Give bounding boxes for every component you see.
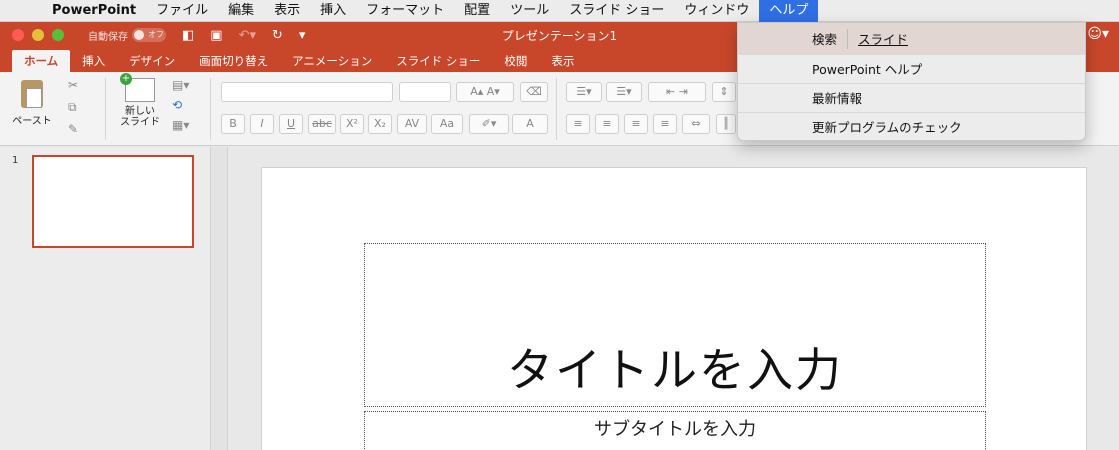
panel-splitter[interactable] bbox=[211, 147, 228, 450]
numbering-icon[interactable]: ☰▾ bbox=[606, 82, 642, 102]
save-icon[interactable]: ▣ bbox=[210, 28, 222, 43]
superscript-button[interactable]: X² bbox=[340, 114, 364, 134]
bold-button[interactable]: B bbox=[221, 114, 245, 134]
slide-number: 1 bbox=[12, 155, 19, 166]
indent-icon[interactable]: ⇤ ⇥ bbox=[648, 82, 706, 102]
subscript-button[interactable]: X₂ bbox=[368, 114, 392, 134]
new-slide-label-line1: 新しい bbox=[125, 106, 155, 117]
feedback-smiley-icon[interactable]: ☺▾ bbox=[1087, 26, 1109, 42]
align-right-icon[interactable]: ≡ bbox=[624, 114, 648, 134]
bullets-icon[interactable]: ☰▾ bbox=[566, 82, 602, 102]
format-painter-icon[interactable]: ✎ bbox=[68, 122, 78, 136]
tab-insert[interactable]: 挿入 bbox=[70, 50, 117, 72]
tab-slideshow[interactable]: スライド ショー bbox=[384, 50, 492, 72]
tab-home[interactable]: ホーム bbox=[12, 50, 71, 72]
divider bbox=[210, 78, 211, 140]
help-search-label: 検索 bbox=[812, 32, 838, 47]
slide[interactable]: タイトルを入力 サブタイトルを入力 bbox=[261, 167, 1087, 450]
tab-design[interactable]: デザイン bbox=[117, 50, 187, 72]
tab-view[interactable]: 表示 bbox=[539, 50, 586, 72]
undo-icon[interactable]: ↶▾ bbox=[239, 28, 256, 43]
new-slide-label-line2: スライド bbox=[120, 117, 160, 128]
help-menu-dropdown: 検索 PowerPoint ヘルプ 最新情報 更新プログラムのチェック bbox=[737, 22, 1086, 141]
tab-review[interactable]: 校閲 bbox=[492, 50, 539, 72]
subtitle-placeholder-text: サブタイトルを入力 bbox=[594, 419, 756, 440]
title-placeholder[interactable]: タイトルを入力 bbox=[364, 243, 986, 407]
new-slide-icon: + bbox=[120, 73, 155, 102]
strikethrough-button[interactable]: abc bbox=[308, 114, 336, 134]
menu-arrange[interactable]: 配置 bbox=[454, 0, 500, 22]
help-search-row: 検索 bbox=[738, 23, 1085, 55]
divider bbox=[105, 78, 106, 140]
slide-canvas: タイトルを入力 サブタイトルを入力 bbox=[228, 147, 1119, 450]
tab-animations[interactable]: アニメーション bbox=[280, 50, 384, 72]
fullscreen-window-button[interactable] bbox=[52, 29, 64, 41]
window-controls bbox=[0, 29, 80, 41]
menu-tools[interactable]: ツール bbox=[500, 0, 559, 22]
menu-view[interactable]: 表示 bbox=[264, 0, 310, 22]
section-icon[interactable]: ▦▾ bbox=[172, 118, 189, 132]
highlight-icon[interactable]: ✐▾ bbox=[469, 114, 509, 134]
underline-button[interactable]: U bbox=[279, 114, 303, 134]
redo-icon[interactable]: ↻ bbox=[272, 28, 283, 43]
slide-thumbnail[interactable] bbox=[32, 155, 194, 248]
menu-file[interactable]: ファイル bbox=[146, 0, 218, 22]
menu-help[interactable]: ヘルプ bbox=[759, 0, 819, 22]
font-size-dropdown[interactable] bbox=[399, 82, 451, 102]
tab-transitions[interactable]: 画面切り替え bbox=[187, 50, 280, 72]
customize-toolbar-icon[interactable]: ▾ bbox=[299, 28, 306, 43]
menu-app-name[interactable]: PowerPoint bbox=[40, 0, 146, 22]
new-slide-button[interactable]: + 新しい スライド bbox=[115, 73, 165, 128]
change-case-button[interactable]: Aa bbox=[431, 114, 463, 134]
layout-icon[interactable]: ▤▾ bbox=[172, 78, 189, 92]
character-spacing-button[interactable]: AV bbox=[397, 114, 427, 134]
copy-icon[interactable]: ⧉ bbox=[68, 100, 77, 115]
distribute-icon[interactable]: ⇔ bbox=[682, 114, 710, 134]
menu-format[interactable]: フォーマット bbox=[356, 0, 454, 22]
menu-item-check-updates[interactable]: 更新プログラムのチェック bbox=[738, 113, 1085, 142]
clear-format-icon[interactable]: ⌫ bbox=[520, 82, 548, 102]
line-spacing-icon[interactable]: ⇕ bbox=[712, 82, 736, 102]
title-placeholder-text: タイトルを入力 bbox=[507, 343, 843, 397]
font-size-grow-shrink[interactable]: A▴ A▾ bbox=[456, 82, 514, 102]
divider bbox=[556, 78, 557, 140]
subtitle-placeholder[interactable]: サブタイトルを入力 bbox=[364, 411, 986, 450]
clipboard-icon bbox=[21, 80, 43, 108]
menu-bar: PowerPoint ファイル 編集 表示 挿入 フォーマット 配置 ツール ス… bbox=[0, 0, 1119, 22]
paste-label: ペースト bbox=[12, 116, 52, 127]
autosave-toggle[interactable]: オフ bbox=[132, 28, 166, 42]
autosave-control[interactable]: 自動保存 オフ bbox=[88, 28, 166, 43]
menu-window[interactable]: ウィンドウ bbox=[674, 0, 759, 22]
columns-icon[interactable]: ║ bbox=[716, 114, 736, 134]
align-center-icon[interactable]: ≡ bbox=[595, 114, 619, 134]
minimize-window-button[interactable] bbox=[32, 29, 44, 41]
font-color-button[interactable]: A bbox=[512, 114, 548, 134]
menu-insert[interactable]: 挿入 bbox=[310, 0, 356, 22]
justify-icon[interactable]: ≡ bbox=[653, 114, 677, 134]
cut-icon[interactable]: ✂ bbox=[68, 78, 78, 92]
autosave-label: 自動保存 bbox=[88, 31, 128, 43]
menu-slideshow[interactable]: スライド ショー bbox=[559, 0, 674, 22]
paste-button[interactable]: ペースト bbox=[10, 80, 54, 127]
align-left-icon[interactable]: ≡ bbox=[566, 114, 590, 134]
menu-edit[interactable]: 編集 bbox=[218, 0, 264, 22]
font-name-dropdown[interactable] bbox=[221, 82, 393, 102]
reset-icon[interactable]: ⟲ bbox=[172, 98, 182, 112]
italic-button[interactable]: I bbox=[250, 114, 274, 134]
menu-item-whats-new[interactable]: 最新情報 bbox=[738, 84, 1085, 113]
slide-thumbnail-panel: 1 bbox=[0, 147, 211, 450]
sidebar-toggle-icon[interactable]: ◧ bbox=[182, 28, 194, 43]
help-search-input[interactable] bbox=[847, 28, 1058, 49]
menu-item-powerpoint-help[interactable]: PowerPoint ヘルプ bbox=[738, 55, 1085, 84]
close-window-button[interactable] bbox=[12, 29, 24, 41]
